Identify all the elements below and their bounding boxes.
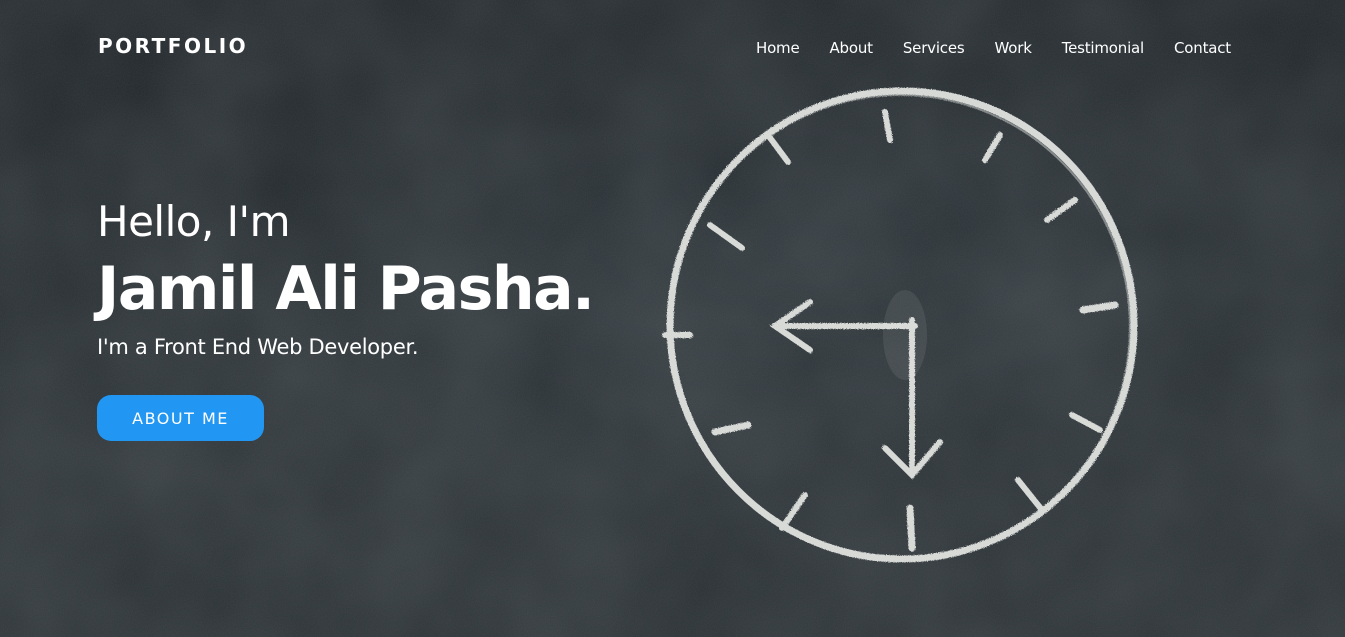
hero-section: PORTFOLIO Home About Services Work Testi…	[0, 0, 1345, 637]
nav-link-services[interactable]: Services	[903, 39, 965, 57]
nav-item-home: Home	[756, 38, 800, 57]
nav-item-work: Work	[995, 38, 1032, 57]
nav-link-about[interactable]: About	[829, 39, 873, 57]
top-navigation: PORTFOLIO Home About Services Work Testi…	[0, 0, 1345, 95]
hero-greeting: Hello, I'm	[97, 197, 291, 246]
hero-intro: Hello, I'm Jamil Ali Pasha. I'm a Front …	[97, 195, 595, 361]
about-me-button[interactable]: ABOUT ME	[97, 395, 264, 441]
nav-menu: Home About Services Work Testimonial Con…	[756, 38, 1231, 57]
chalk-clock-illustration	[662, 87, 1138, 563]
nav-item-services: Services	[903, 38, 965, 57]
nav-link-contact[interactable]: Contact	[1174, 39, 1231, 57]
hero-name: Jamil Ali Pasha.	[97, 254, 595, 324]
nav-link-testimonial[interactable]: Testimonial	[1062, 39, 1145, 57]
nav-link-work[interactable]: Work	[995, 39, 1032, 57]
hero-role: I'm a Front End Web Developer.	[97, 335, 419, 359]
site-logo[interactable]: PORTFOLIO	[98, 34, 248, 58]
nav-item-contact: Contact	[1174, 38, 1231, 57]
nav-item-testimonial: Testimonial	[1062, 38, 1145, 57]
nav-item-about: About	[829, 38, 873, 57]
nav-link-home[interactable]: Home	[756, 39, 800, 57]
